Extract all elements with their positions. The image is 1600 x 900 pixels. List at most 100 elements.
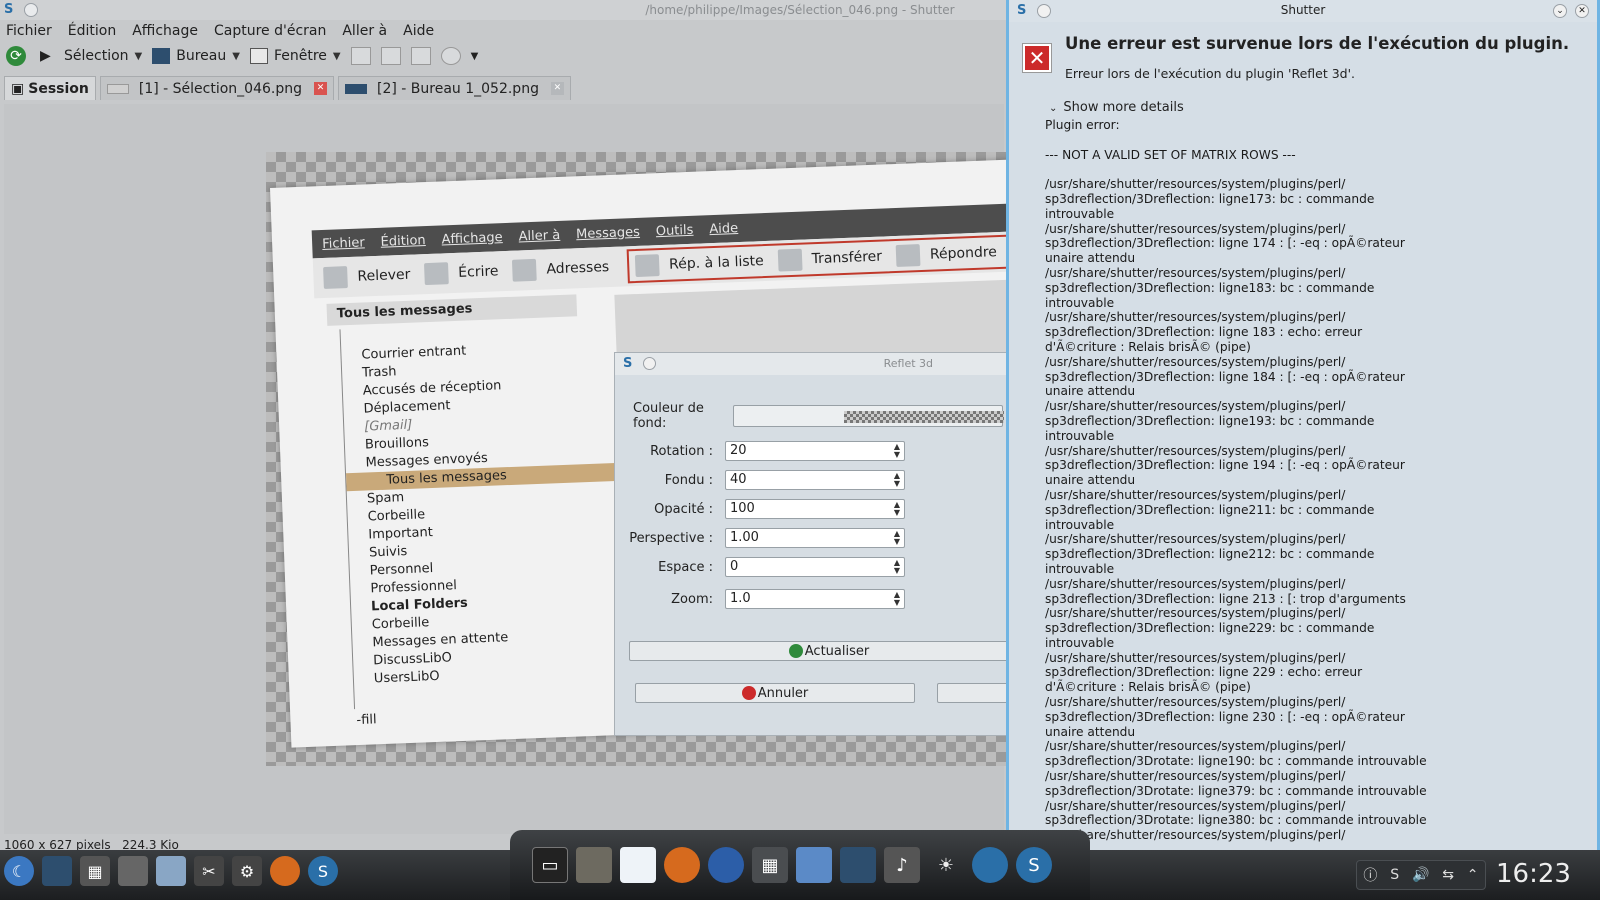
network-icon[interactable] bbox=[972, 847, 1008, 883]
system-settings-icon[interactable]: ⚙ bbox=[232, 856, 262, 886]
actualiser-button[interactable]: Actualiser bbox=[629, 641, 1006, 661]
refresh-icon[interactable]: ⟳ bbox=[6, 46, 26, 66]
info-icon[interactable]: ⓘ bbox=[1363, 865, 1377, 885]
menu-aller[interactable]: Aller à bbox=[342, 23, 387, 39]
thumb-menu-item: Outils bbox=[655, 222, 694, 239]
network-icon[interactable]: ⇆ bbox=[1442, 867, 1454, 883]
refresh-icon bbox=[788, 644, 803, 658]
fondu-value: 40 bbox=[730, 472, 747, 487]
desktop-screenshot-icon[interactable] bbox=[840, 847, 876, 883]
minimize-icon[interactable]: ⌄ bbox=[1553, 4, 1567, 18]
web-icon[interactable] bbox=[440, 47, 461, 65]
spin-arrows-icon[interactable]: ▲ ▼ bbox=[894, 443, 900, 459]
volume-icon[interactable]: 🔊 bbox=[1412, 867, 1429, 883]
thumb-tool-label: Répondre bbox=[929, 244, 998, 263]
spin-arrows-icon[interactable]: ▲ ▼ bbox=[894, 559, 900, 575]
speaker-icon[interactable]: ♪ bbox=[884, 847, 920, 883]
clock[interactable]: 16:23 bbox=[1496, 859, 1571, 889]
opacite-spinbox[interactable]: 100 ▲ ▼ bbox=[725, 499, 905, 519]
thumb-tool-label: Relever bbox=[357, 266, 411, 285]
reflet-title-bar: S Reflet 3d bbox=[615, 353, 1006, 375]
tab-thumbnail bbox=[106, 83, 129, 94]
menu-aide[interactable]: Aide bbox=[403, 23, 434, 39]
pager-icon[interactable]: ▦ bbox=[80, 856, 110, 886]
zoom-spinbox[interactable]: 1.0 ▲ ▼ bbox=[725, 589, 905, 609]
color-swatch bbox=[844, 411, 1004, 423]
espace-label: Espace : bbox=[658, 559, 713, 575]
tab-selection-046[interactable]: [1] - Sélection_046.png ✕ bbox=[99, 76, 334, 100]
desktop-button[interactable]: Bureau ▼ bbox=[152, 48, 240, 64]
file-manager-icon[interactable] bbox=[796, 847, 832, 883]
terminal-icon[interactable]: ▭ bbox=[532, 847, 568, 883]
tools-icon[interactable]: ✂ bbox=[194, 856, 224, 886]
tab-bureau-052[interactable]: [2] - Bureau 1_052.png ✕ bbox=[338, 76, 571, 100]
chevron-down-icon[interactable]: ▼ bbox=[232, 51, 240, 62]
document-icon[interactable] bbox=[620, 847, 656, 883]
window-menu-button[interactable] bbox=[643, 357, 656, 370]
show-more-label: Show more details bbox=[1063, 100, 1184, 115]
menu-edition[interactable]: Édition bbox=[68, 23, 116, 39]
thumb-menu-item: Affichage bbox=[441, 229, 503, 247]
close-icon[interactable]: ✕ bbox=[550, 82, 564, 95]
rotation-value: 20 bbox=[730, 443, 747, 458]
menu-capture[interactable]: Capture d'écran bbox=[214, 23, 326, 39]
opacite-value: 100 bbox=[730, 501, 755, 516]
spin-arrows-icon[interactable]: ▲ ▼ bbox=[894, 530, 900, 546]
notes-icon[interactable] bbox=[156, 856, 186, 886]
session-icon: ▣ bbox=[11, 80, 25, 97]
close-icon[interactable]: ✕ bbox=[1575, 4, 1589, 18]
thunderbird-icon[interactable] bbox=[708, 847, 744, 883]
error-details-text: Plugin error: --- NOT A VALID SET OF MAT… bbox=[1045, 118, 1427, 843]
reflet-3d-dialog: S Reflet 3d Couleur de fond: Rotation : … bbox=[614, 352, 1006, 736]
desktop-icon bbox=[152, 48, 171, 64]
calculator-icon[interactable]: ▦ bbox=[752, 847, 788, 883]
pager-desktop-2-icon[interactable] bbox=[118, 856, 148, 886]
cancel-icon bbox=[741, 686, 756, 700]
menu-affichage[interactable]: Affichage bbox=[132, 23, 198, 39]
firefox-icon[interactable] bbox=[664, 847, 700, 883]
fondu-spinbox[interactable]: 40 ▲ ▼ bbox=[725, 470, 905, 490]
gimp-icon[interactable] bbox=[576, 847, 612, 883]
show-more-details-expander[interactable]: ⌄ Show more details bbox=[1049, 100, 1184, 115]
thumb-menu-item: Aide bbox=[709, 220, 739, 237]
screenshot-preview[interactable]: Fichier Édition Affichage Aller à Messag… bbox=[266, 152, 1006, 766]
menu-capture-icon[interactable] bbox=[380, 47, 401, 65]
spin-arrows-icon[interactable]: ▲ ▼ bbox=[894, 472, 900, 488]
tab-session[interactable]: ▣ Session bbox=[4, 76, 96, 100]
shutter-icon[interactable]: S bbox=[308, 856, 338, 886]
shutter-icon[interactable]: S bbox=[1016, 847, 1052, 883]
error-window-title: Shutter bbox=[1280, 3, 1326, 17]
brightness-icon[interactable]: ☀ bbox=[928, 847, 964, 883]
annuler-button[interactable]: Annuler bbox=[635, 683, 915, 703]
chevron-down-icon[interactable]: ▼ bbox=[135, 51, 143, 62]
selection-button[interactable]: ▶ Sélection ▼ bbox=[40, 48, 142, 64]
rotation-spinbox[interactable]: 20 ▲ ▼ bbox=[725, 441, 905, 461]
actualiser-label: Actualiser bbox=[804, 643, 870, 659]
window-icon bbox=[249, 48, 268, 64]
kde-menu-icon[interactable]: ☾ bbox=[4, 856, 34, 886]
show-desktop-icon[interactable] bbox=[42, 856, 72, 886]
desktop-label: Bureau bbox=[176, 48, 227, 64]
spin-arrows-icon[interactable]: ▲ ▼ bbox=[894, 591, 900, 607]
menu-fichier[interactable]: Fichier bbox=[6, 23, 52, 39]
reply-list-icon bbox=[634, 254, 660, 278]
ok-button[interactable] bbox=[937, 683, 1006, 703]
chevron-down-icon[interactable]: ▼ bbox=[471, 51, 479, 62]
selection-label: Sélection bbox=[64, 48, 129, 64]
tooltip-icon[interactable] bbox=[410, 47, 431, 65]
perspective-label: Perspective : bbox=[629, 530, 713, 546]
perspective-spinbox[interactable]: 1.00 ▲ ▼ bbox=[725, 528, 905, 548]
rotation-label: Rotation : bbox=[650, 443, 713, 459]
bg-color-button[interactable] bbox=[733, 405, 1004, 427]
close-icon[interactable]: ✕ bbox=[314, 82, 327, 95]
chevron-down-icon[interactable]: ▼ bbox=[333, 51, 341, 62]
espace-spinbox[interactable]: 0 ▲ ▼ bbox=[725, 557, 905, 577]
thumb-menu-item: Édition bbox=[380, 232, 426, 250]
firefox-icon[interactable] bbox=[270, 856, 300, 886]
section-icon[interactable] bbox=[350, 47, 371, 65]
spin-arrows-icon[interactable]: ▲ ▼ bbox=[894, 501, 900, 517]
chevron-up-icon[interactable]: ⌃ bbox=[1467, 867, 1479, 883]
shutter-tray-icon[interactable]: S bbox=[1390, 867, 1399, 883]
window-button[interactable]: Fenêtre ▼ bbox=[249, 48, 341, 64]
thumb-folder-tree: Courrier entrant Trash Accusés de réceptio… bbox=[339, 318, 634, 710]
